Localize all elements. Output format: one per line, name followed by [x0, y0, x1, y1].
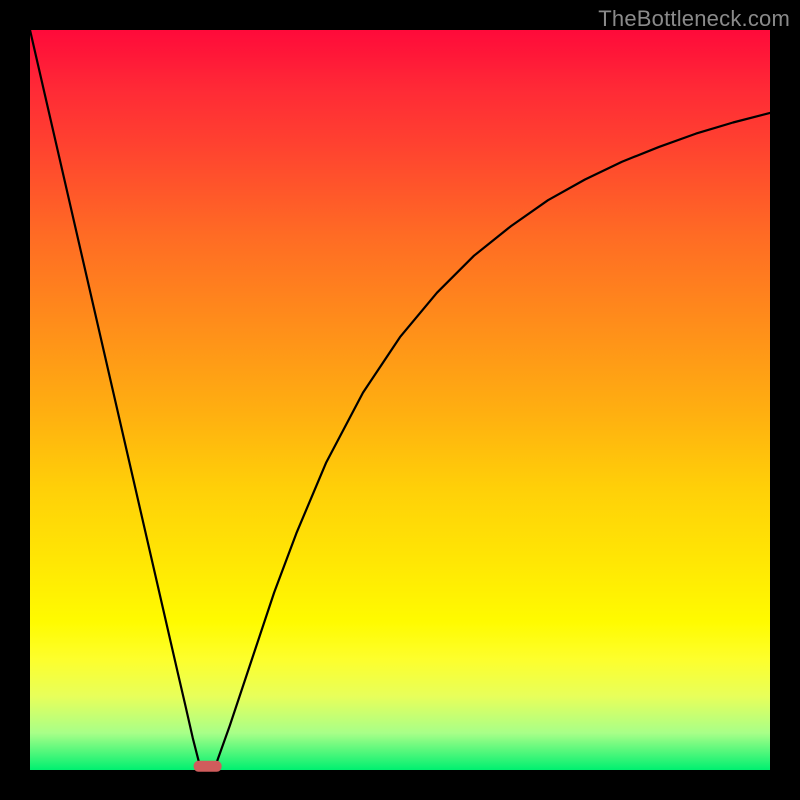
bottleneck-marker	[194, 761, 222, 772]
chart-svg	[30, 30, 770, 770]
chart-container: TheBottleneck.com	[0, 0, 800, 800]
plot-area	[30, 30, 770, 770]
curve-right	[215, 113, 770, 767]
curve-left	[30, 30, 200, 767]
watermark-text: TheBottleneck.com	[598, 6, 790, 32]
